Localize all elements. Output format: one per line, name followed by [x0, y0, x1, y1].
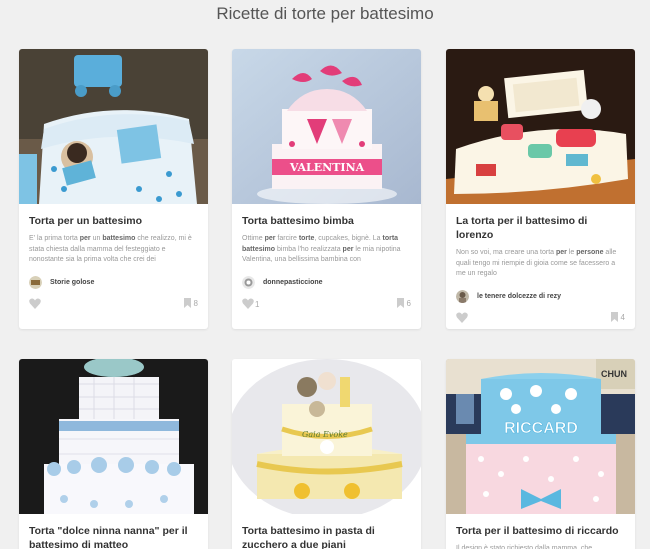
recipe-title[interactable]: Torta battesimo bimba [232, 204, 421, 228]
description-text: , cupcakes, bignè. La [314, 235, 383, 242]
description-keyword: per [342, 245, 354, 253]
save-count: 4 [620, 313, 625, 322]
author-avatar [242, 275, 255, 289]
recipe-card[interactable]: Torta per un battesimo E' la prima torta… [19, 49, 208, 329]
author-row[interactable]: le tenere dolcezze di rezy [446, 280, 635, 304]
recipe-description: Non so voi, ma creare una torta per le p… [446, 242, 635, 280]
bookmark-icon [183, 298, 191, 308]
description-keyword: persone [576, 249, 604, 256]
like-button[interactable]: 1 [242, 298, 259, 309]
description-keyword: per [264, 235, 276, 242]
description-text: Il design è stato richiesto dalla mamma,… [456, 545, 593, 549]
recipe-card[interactable]: Gaia Evoke Torta battesimo in pasta di z… [232, 359, 421, 549]
recipe-title[interactable]: Torta "dolce ninna nanna" per il battesi… [19, 514, 208, 549]
save-button[interactable]: 8 [183, 298, 198, 308]
svg-text:Gaia Evoke: Gaia Evoke [302, 430, 348, 439]
author-name[interactable]: Storie golose [50, 279, 94, 286]
toys-cake-photo [446, 49, 635, 204]
description-keyword: battesimo [102, 235, 136, 242]
recipe-card[interactable]: Torta "dolce ninna nanna" per il battesi… [19, 359, 208, 549]
yellow-cake-photo: Gaia Evoke [232, 359, 421, 514]
recipe-description: Ottime per farcire torte, cupcakes, bign… [232, 228, 421, 266]
description-text: E' la prima torta [29, 235, 80, 242]
heart-icon [456, 312, 468, 323]
recipe-title[interactable]: La torta per il battesimo di lorenzo [446, 204, 635, 242]
recipe-photo[interactable] [19, 49, 208, 204]
recipe-card[interactable]: La torta per il battesimo di lorenzo Non… [446, 49, 635, 329]
recipe-card[interactable]: VALENTINA Torta battesimo bimba Ottime p… [232, 49, 421, 329]
recipe-photo[interactable] [446, 49, 635, 204]
recipe-description: Il design è stato richiesto dalla mamma,… [446, 538, 635, 549]
description-text: Ottime [242, 235, 265, 242]
heart-icon [29, 298, 41, 309]
like-button[interactable] [456, 312, 469, 323]
save-button[interactable]: 4 [610, 312, 625, 322]
description-text: farcire [275, 235, 299, 242]
like-count: 1 [255, 299, 260, 309]
svg-text:VALENTINA: VALENTINA [289, 161, 365, 174]
author-name[interactable]: donnepasticcione [263, 279, 323, 286]
description-text: Non so voi, ma creare una torta [456, 249, 556, 256]
description-text: bimba l'ho realizzata [275, 245, 343, 253]
recipe-photo[interactable] [19, 359, 208, 514]
author-row[interactable]: Storie golose [19, 266, 208, 290]
bookmark-icon [610, 312, 618, 322]
bookmark-icon [396, 298, 404, 308]
author-avatar [29, 275, 42, 289]
save-button[interactable]: 6 [396, 298, 411, 308]
author-row[interactable]: donnepasticcione [232, 266, 421, 290]
author-avatar [456, 289, 469, 303]
recipe-photo[interactable]: CHUN RICCARD [446, 359, 635, 514]
card-actions: 1 6 [232, 290, 421, 312]
card-actions: 4 [446, 304, 635, 326]
author-name[interactable]: le tenere dolcezze di rezy [477, 293, 561, 300]
save-count: 8 [193, 299, 198, 308]
recipe-title[interactable]: Torta per un battesimo [19, 204, 208, 228]
blue-cake-photo: CHUN RICCARD [446, 359, 635, 514]
description-keyword: torte [298, 235, 315, 242]
pink-cake-photo: VALENTINA [232, 49, 421, 204]
recipe-title[interactable]: Torta battesimo in pasta di zucchero a d… [232, 514, 421, 549]
card-actions: 8 [19, 290, 208, 312]
recipe-photo[interactable]: VALENTINA [232, 49, 421, 204]
recipe-photo[interactable]: Gaia Evoke [232, 359, 421, 514]
page-title: Ricette di torte per battesimo [216, 4, 434, 23]
recipe-card[interactable]: CHUN RICCARD Torta per il battesimo di r… [446, 359, 635, 549]
tiered-cake-photo [19, 359, 208, 514]
description-keyword: per [79, 235, 91, 242]
recipe-description: E' la prima torta per un battesimo che r… [19, 228, 208, 266]
description-keyword: per [556, 249, 567, 256]
like-button[interactable] [29, 298, 42, 309]
svg-text:RICCARD: RICCARD [504, 420, 578, 437]
recipe-title[interactable]: Torta per il battesimo di riccardo [446, 514, 635, 538]
description-text: le [566, 249, 577, 256]
baby-cake-photo [19, 49, 208, 204]
description-text: un [90, 235, 103, 242]
save-count: 6 [406, 299, 411, 308]
svg-text:CHUN: CHUN [601, 369, 627, 379]
heart-icon [242, 298, 254, 309]
